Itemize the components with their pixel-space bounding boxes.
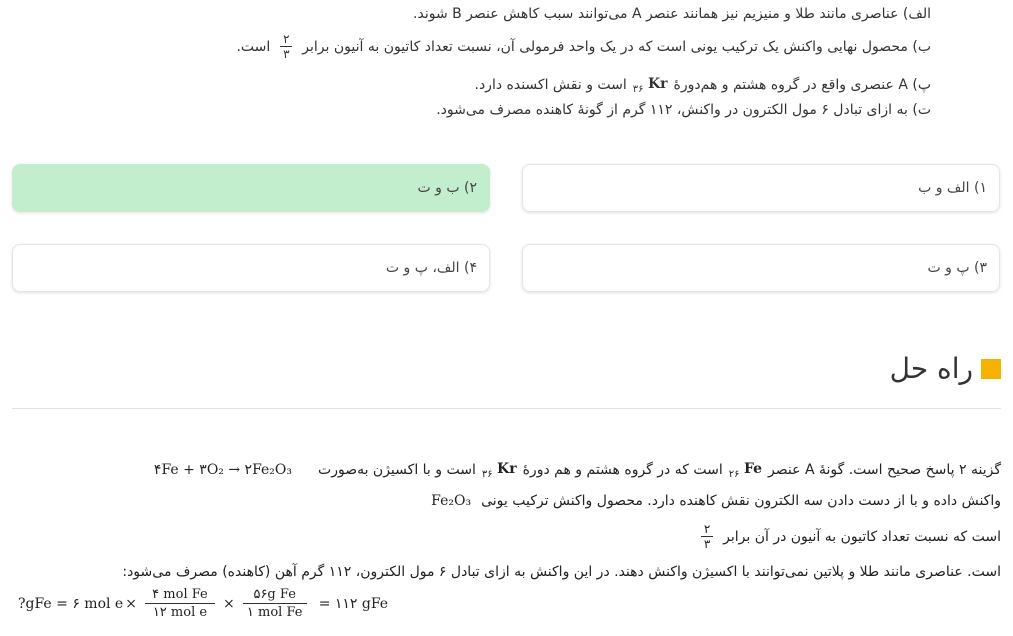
fraction-numerator: ۲ <box>283 32 290 46</box>
option-4-label: ۴) الف، پ و ت <box>385 260 477 276</box>
iron-symbol: ۲۶ Fe <box>729 461 762 480</box>
statement-c-text: پ) A عنصری واقع در گروه هشتم و هم‌دورهٔ <box>673 77 931 94</box>
solution-line-1-text-b: است که در گروه هشتم و هم دورهٔ <box>522 462 723 479</box>
solution-line-3-text: است که نسبت تعداد کاتیون به آنیون در آن … <box>723 528 1001 545</box>
statement-a: الف) عناصری مانند طلا و منیزیم نیز همانن… <box>413 6 931 22</box>
solution-header: راه حل <box>890 352 1001 385</box>
option-3[interactable]: ۳) پ و ت <box>522 244 1000 292</box>
solution-line-1: گزینه ۲ پاسخ صحیح است. گونهٔ A عنصر ۲۶ F… <box>154 461 1001 480</box>
solution-line-4: است. عناصری مانند طلا و پلاتین نمی‌توانن… <box>122 564 1001 580</box>
option-2-label: ۲) ب و ت <box>417 180 477 196</box>
statement-c: پ) A عنصری واقع در گروه هشتم و هم‌دورهٔ … <box>475 76 932 95</box>
statement-c-end: است و نقش اکسنده دارد. <box>474 77 627 94</box>
fraction-denominator: ۳ <box>283 47 290 61</box>
statement-b-end: است. <box>236 38 271 55</box>
fraction-ratio: ۲ ۳ <box>280 32 293 61</box>
solution-line-1-text-c: است و با اکسیژن به‌صورت <box>318 462 476 479</box>
option-1-label: ۱) الف و ب <box>918 180 987 196</box>
fraction-numerator-2: ۲ <box>703 522 711 536</box>
krypton-label-2: Kr <box>497 461 517 477</box>
krypton-label: Kr <box>647 76 668 92</box>
statement-b: ب) محصول نهایی واکنش یک ترکیب یونی است ک… <box>236 32 931 61</box>
option-2[interactable]: ۲) ب و ت <box>12 164 490 212</box>
statement-d: ت) به ازای تبادل ۶ مول الکترون در واکنش،… <box>436 102 931 118</box>
iron-oxide-formula: Fe₂O₃ <box>431 493 472 509</box>
calc-lhs: ?gFe = ۶ mol e <box>18 595 124 612</box>
calc-fraction-2: ۵۶g Fe ۱ mol Fe <box>242 586 307 621</box>
iron-label: Fe <box>743 461 763 477</box>
solution-title: راه حل <box>889 352 973 385</box>
solution-line-3: است که نسبت تعداد کاتیون به آنیون در آن … <box>695 522 1001 551</box>
fraction-denominator-2: ۳ <box>703 537 711 551</box>
divider <box>12 408 1001 409</box>
option-1[interactable]: ۱) الف و ب <box>522 164 1000 212</box>
calc-fraction-1-num: ۴ mol Fe <box>152 587 208 602</box>
calc-fraction-2-den: ۱ mol Fe <box>246 605 303 620</box>
krypton-atomic-number: ۳۶ <box>632 83 644 95</box>
calc-fraction-1-den: ۱۲ mol e <box>152 605 208 620</box>
option-3-label: ۳) پ و ت <box>927 260 987 276</box>
iron-atomic-number: ۲۶ <box>728 468 740 480</box>
calc-rhs: = ۱۱۲ gFe <box>318 595 389 612</box>
calc-fraction-2-num: ۵۶g Fe <box>253 587 296 602</box>
solution-line-1-text-a: گزینه ۲ پاسخ صحیح است. گونهٔ A عنصر <box>768 462 1001 479</box>
solution-line-2: واکنش داده و با از دست دادن سه الکترون ن… <box>431 493 1001 509</box>
section-marker-icon <box>981 358 1001 379</box>
krypton-atomic-number-2: ۳۶ <box>481 468 493 480</box>
calc-fraction-1: ۴ mol Fe ۱۲ mol e <box>144 586 215 621</box>
krypton-symbol: ۳۶ Kr <box>633 76 668 95</box>
krypton-symbol-2: ۳۶ Kr <box>482 461 517 480</box>
reaction-equation: ۴Fe + ۳O₂ → ۲Fe₂O₃ <box>153 462 293 479</box>
calculation: ?gFe = ۶ mol e × ۴ mol Fe ۱۲ mol e × ۵۶g… <box>18 586 389 621</box>
option-4[interactable]: ۴) الف، پ و ت <box>12 244 490 292</box>
fraction-ratio-2: ۲ ۳ <box>701 522 714 551</box>
statement-b-text: ب) محصول نهایی واکنش یک ترکیب یونی است ک… <box>302 38 931 55</box>
solution-line-2-text: واکنش داده و با از دست دادن سه الکترون ن… <box>481 493 1001 509</box>
